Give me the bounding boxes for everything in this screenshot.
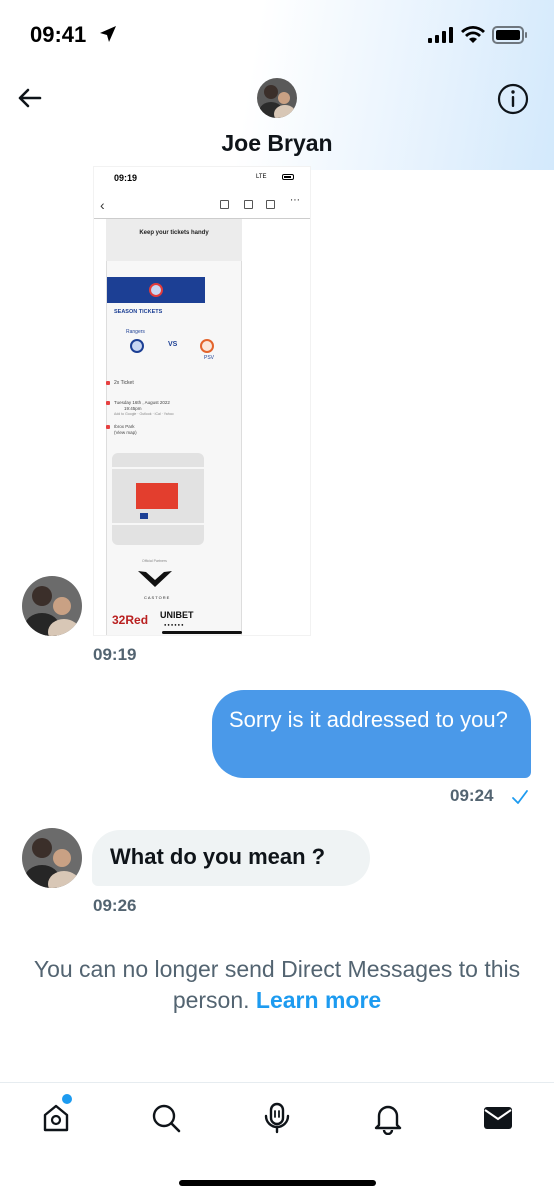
image-attachment[interactable]: 09:19 LTE ‹ ⋯ Keep your tickets handy SE… [93,166,311,636]
attachment-hero [106,219,242,261]
venue-map: (View map) [114,430,137,435]
signal-icon [428,27,453,43]
battery-icon [492,26,527,44]
status-time: 09:41 [30,22,87,47]
stadium-pitch [136,483,178,509]
spaces-microphone-icon [264,1102,290,1134]
ticket-count: 2x Ticket [114,380,134,386]
attachment-mail-icon [266,200,275,209]
nav-search[interactable] [146,1098,186,1138]
notification-dot [62,1094,72,1104]
message-timestamp: 09:24 [450,786,494,805]
away-team-label: PSV [204,355,215,361]
contact-avatar[interactable] [257,78,297,118]
sender-avatar[interactable] [22,828,82,888]
sender-avatar[interactable] [22,576,82,636]
checkmark-icon [512,790,528,804]
home-indicator [179,1180,376,1186]
venue: Ibrox Park [114,424,135,429]
attachment-status-time: 09:19 [114,173,138,183]
unibet-sub: ●●●●●● [164,622,185,627]
date-bullet-icon [106,401,110,405]
home-team-crest-icon [130,339,144,353]
match-date: Tuesday 16th , August 2022 [114,400,170,405]
info-icon[interactable] [496,82,530,116]
arrow-left-icon[interactable] [14,82,46,114]
attachment-section-title: SEASON TICKETS [114,309,163,315]
ticket-bullet-icon [106,381,110,385]
kickoff-time: 19:45pm [124,406,142,411]
contact-name[interactable]: Joe Bryan [0,130,554,157]
nav-spaces[interactable] [257,1098,297,1138]
stand-divider [112,523,204,525]
wifi-icon [461,26,485,43]
status-bar: 09:41 [0,0,554,70]
outgoing-message-bubble[interactable]: Sorry is it addressed to you? [212,690,531,778]
attachment-trash-icon [244,200,253,209]
attachment-network: LTE [256,174,267,180]
castore-logo-icon [138,571,172,587]
attachment-more-icon: ⋯ [290,195,300,206]
message-timestamp: 09:19 [93,645,137,664]
calendar-links: Add to Google · Outlook · iCal · Yahoo [114,412,174,416]
nav-notifications[interactable] [368,1098,408,1138]
attachment-home-indicator [162,631,242,634]
mail-icon [484,1107,512,1129]
learn-more-link[interactable]: Learn more [256,987,381,1013]
castore-label: CASTORE [144,595,171,600]
attachment-battery-icon [282,174,294,180]
unibet-logo: UNIBET [160,610,194,620]
incoming-message-bubble[interactable]: What do you mean ? [92,830,370,886]
home-icon [43,1104,69,1132]
attachment-back-icon: ‹ [100,197,105,213]
attachment-headline: Keep your tickets handy [139,230,209,236]
dm-disabled-notice: You can no longer send Direct Messages t… [0,954,554,1016]
venue-bullet-icon [106,425,110,429]
search-icon [152,1104,181,1133]
message-timestamp: 09:26 [93,896,137,915]
away-team-crest-icon [200,339,214,353]
attachment-archive-icon [220,200,229,209]
home-team-label: Rangers [126,329,145,335]
attachment-ticket-card [106,261,242,635]
attachment-toolbar [94,195,310,219]
stand-divider [112,467,204,469]
location-arrow-icon [100,26,116,42]
bell-icon [374,1105,402,1135]
nav-messages[interactable] [478,1098,518,1138]
versus-label: VS [168,341,178,348]
seat-marker [140,513,148,519]
rangers-crest-icon [149,283,163,297]
partners-label: Official Partners [142,559,167,563]
nav-home[interactable] [36,1098,76,1138]
32red-logo: 32Red [112,613,149,627]
